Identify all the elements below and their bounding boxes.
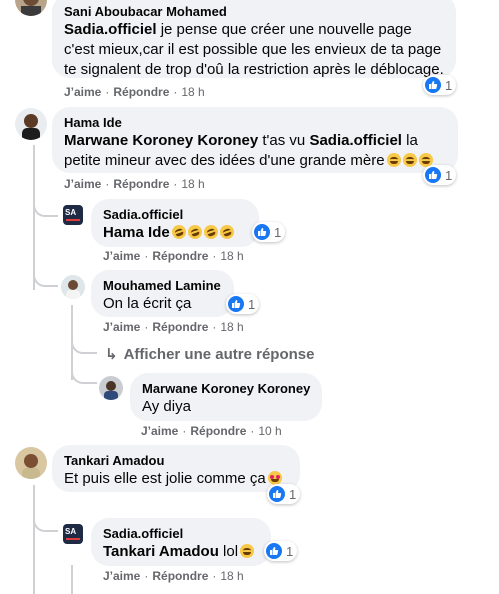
thread-connector: [33, 195, 58, 217]
comment-actions: J’aime · Répondre · 18 h: [103, 249, 244, 263]
comment-author[interactable]: Sadia.officiel: [103, 207, 247, 223]
timestamp[interactable]: 10 h: [258, 424, 281, 438]
comment-text: Marwane Koroney Koroney t'as vu Sadia.of…: [64, 131, 446, 171]
reply-bubble: Sadia.officiel Tankari Amadou lol: [91, 518, 271, 566]
heart-eyes-emoji: [267, 471, 282, 485]
laugh-cry-emoji: [386, 153, 401, 167]
comment-actions: J’aime · Répondre · 18 h: [64, 85, 205, 99]
comment-text: Et puis elle est jolie comme ça: [64, 469, 288, 489]
thread-connector: [33, 510, 58, 532]
comment-bubble: Tankari Amadou Et puis elle est jolie co…: [52, 445, 300, 492]
comment-actions: J’aime · Répondre · 18 h: [103, 569, 244, 583]
thread-connector: [33, 265, 58, 287]
avatar[interactable]: [15, 108, 47, 140]
mention-link[interactable]: Sadia.officiel: [64, 21, 157, 38]
comment-text: On la écrit ça: [103, 295, 192, 312]
avatar-badge: SA: [65, 527, 77, 536]
show-more-replies-button[interactable]: ↳ Afficher une autre réponse: [105, 345, 314, 363]
mention-link[interactable]: Tankari Amadou: [103, 543, 219, 560]
like-button[interactable]: J’aime: [141, 424, 178, 438]
like-button[interactable]: J’aime: [64, 177, 101, 191]
like-reaction-icon: [425, 167, 441, 183]
like-button[interactable]: J’aime: [103, 569, 140, 583]
comment-text: Sadia.officiel je pense que créer une no…: [64, 21, 444, 78]
rofl-emoji: [217, 223, 236, 241]
reply-bubble: Marwane Koroney Koroney Ay diya: [130, 373, 322, 421]
reply-button[interactable]: Répondre: [190, 424, 246, 438]
comment-author[interactable]: Sani Aboubacar Mohamed: [64, 4, 444, 20]
avatar-badge: SA: [65, 208, 77, 217]
like-button[interactable]: J’aime: [103, 249, 140, 263]
thread-line: [33, 485, 35, 594]
rofl-emoji: [169, 223, 188, 241]
reply-button[interactable]: Répondre: [152, 249, 208, 263]
timestamp[interactable]: 18 h: [181, 177, 204, 191]
reply-button[interactable]: Répondre: [152, 320, 208, 334]
laugh-cry-emoji: [240, 544, 255, 558]
reaction-count[interactable]: 1: [267, 484, 301, 504]
like-reaction-icon: [266, 543, 282, 559]
like-button[interactable]: J’aime: [64, 85, 101, 99]
thread-connector: [71, 360, 97, 384]
comment-actions: J’aime · Répondre · 18 h: [64, 177, 205, 191]
avatar[interactable]: [15, 447, 47, 479]
mention-link[interactable]: Sadia.officiel: [309, 132, 402, 149]
reaction-count[interactable]: 1: [423, 75, 457, 95]
comment-author[interactable]: Hama Ide: [64, 115, 446, 131]
reaction-count[interactable]: 1: [423, 165, 457, 185]
rofl-emoji: [201, 223, 220, 241]
mention-link[interactable]: Hama Ide: [103, 224, 170, 241]
timestamp[interactable]: 18 h: [220, 249, 243, 263]
avatar[interactable]: [15, 0, 47, 16]
like-reaction-icon: [254, 224, 270, 240]
reply-arrow-icon: ↳: [105, 346, 118, 363]
comment-actions: J’aime · Répondre · 10 h: [141, 424, 282, 438]
reaction-count[interactable]: 1: [252, 222, 286, 242]
reply-button[interactable]: Répondre: [152, 569, 208, 583]
thread-connector: [71, 340, 97, 354]
like-reaction-icon: [269, 486, 285, 502]
reply-button[interactable]: Répondre: [113, 85, 169, 99]
timestamp[interactable]: 18 h: [220, 320, 243, 334]
avatar[interactable]: [61, 275, 85, 299]
rofl-emoji: [185, 223, 204, 241]
mention-link[interactable]: Marwane Koroney Koroney: [64, 132, 258, 149]
thread-line: [71, 565, 73, 594]
like-reaction-icon: [228, 296, 244, 312]
reply-bubble: Sadia.officiel Hama Ide: [91, 199, 259, 247]
avatar[interactable]: [99, 376, 123, 400]
timestamp[interactable]: 18 h: [181, 85, 204, 99]
reaction-count[interactable]: 1: [264, 541, 298, 561]
comment-text: Tankari Amadou lol: [103, 542, 259, 562]
reply-bubble: Mouhamed Lamine On la écrit ça: [91, 270, 234, 317]
comment-author[interactable]: Marwane Koroney Koroney: [142, 381, 310, 397]
timestamp[interactable]: 18 h: [220, 569, 243, 583]
laugh-cry-emoji: [402, 153, 417, 167]
like-button[interactable]: J’aime: [103, 320, 140, 334]
like-reaction-icon: [425, 77, 441, 93]
comment-actions: J’aime · Répondre · 18 h: [103, 320, 244, 334]
comment-author[interactable]: Sadia.officiel: [103, 526, 259, 542]
comment-bubble: Sani Aboubacar Mohamed Sadia.officiel je…: [52, 0, 456, 78]
comment-author[interactable]: Tankari Amadou: [64, 453, 288, 469]
reaction-count[interactable]: 1: [226, 294, 260, 314]
comment-text: Hama Ide: [103, 223, 247, 243]
comment-author[interactable]: Mouhamed Lamine: [103, 278, 222, 294]
comment-text: Ay diya: [142, 398, 191, 415]
comment-bubble: Hama Ide Marwane Koroney Koroney t'as vu…: [52, 107, 458, 173]
reply-button[interactable]: Répondre: [113, 177, 169, 191]
